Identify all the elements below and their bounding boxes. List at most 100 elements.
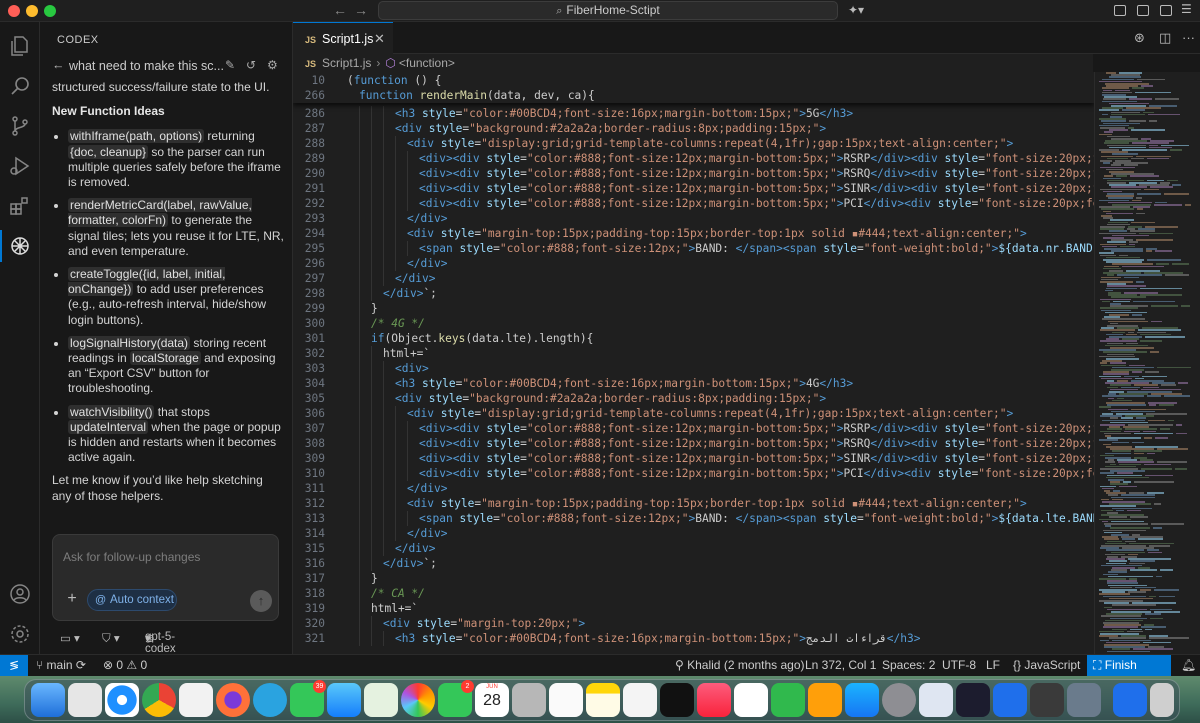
disk-utility-icon[interactable] <box>1067 683 1101 717</box>
code-line[interactable]: 291 <div><div style="color:#888;font-size… <box>293 181 1094 196</box>
problems-indicator[interactable]: ⊗ 0 ⚠ 0 <box>103 658 147 672</box>
search-icon[interactable] <box>8 74 32 98</box>
trash-icon[interactable] <box>1150 683 1174 717</box>
minimize-window-button[interactable] <box>26 5 38 17</box>
numbers-icon[interactable] <box>771 683 805 717</box>
auto-context-chip[interactable]: @ Auto context <box>87 589 177 611</box>
code-line[interactable]: 288 <div style="display:grid;grid-templat… <box>293 136 1094 151</box>
code-line[interactable]: 312 <div style="margin-top:15px;padding-t… <box>293 496 1094 511</box>
breadcrumb-symbol[interactable]: <function> <box>399 56 455 70</box>
account-icon[interactable] <box>8 582 32 606</box>
firefox-icon[interactable] <box>216 683 250 717</box>
code-line[interactable]: 321 <h3 style="color:#00BCD4;font-size:16… <box>293 631 1094 646</box>
indentation[interactable]: Spaces: 2 <box>882 658 935 672</box>
local-mode-icon[interactable]: ▭ ▾ <box>60 631 80 645</box>
breadcrumb-file[interactable]: Script1.js <box>322 56 371 70</box>
code-line[interactable]: 298 </div>`; <box>293 286 1094 301</box>
code-line[interactable]: 319 html+=` <box>293 601 1094 616</box>
code-line[interactable]: 305 <div style="background:#2a2a2a;border… <box>293 391 1094 406</box>
code-line[interactable]: 287 <div style="background:#2a2a2a;border… <box>293 121 1094 136</box>
code-line[interactable]: 290 <div><div style="color:#888;font-size… <box>293 166 1094 181</box>
sticky-scroll[interactable]: 10 (function () {266 function renderMain(d… <box>293 72 1094 103</box>
notifications-icon[interactable]: 🔔︎ <box>1181 658 1196 672</box>
settings-icon[interactable] <box>8 622 32 646</box>
composer[interactable]: Ask for follow-up changes + @ Auto contex… <box>52 534 279 621</box>
system-settings-icon[interactable] <box>882 683 916 717</box>
tab-script1[interactable]: JS Script1.js ✕ <box>293 22 393 54</box>
code-line[interactable]: 302 html+=` <box>293 346 1094 361</box>
code-line[interactable]: 316 </div>`; <box>293 556 1094 571</box>
preview-icon[interactable] <box>179 683 213 717</box>
model-selector[interactable]: ⊛ gpt-5-codex ▾ <box>145 631 176 655</box>
toggle-secondary-sidebar-icon[interactable] <box>1160 5 1172 16</box>
branch-indicator[interactable]: ⑂ main ⟳ <box>36 658 86 672</box>
close-window-button[interactable] <box>8 5 20 17</box>
language-mode[interactable]: {} JavaScript <box>1013 658 1080 672</box>
code-line[interactable]: 299} <box>293 301 1094 316</box>
command-center[interactable]: ⌕ FiberHome-Sctipt <box>378 1 838 20</box>
code-line[interactable]: 286 <h3 style="color:#00BCD4;font-size:16… <box>293 106 1094 121</box>
add-attachment-icon[interactable]: + <box>63 590 81 608</box>
line-endings[interactable]: LF <box>986 658 1000 672</box>
code-line[interactable]: 300 /* 4G */ <box>293 316 1094 331</box>
run-debug-icon[interactable] <box>8 154 32 178</box>
back-arrow-icon[interactable]: ← <box>333 2 347 18</box>
contacts-icon[interactable] <box>512 683 546 717</box>
news-icon[interactable] <box>734 683 768 717</box>
customize-layout-icon[interactable]: ☰ <box>1181 2 1192 18</box>
code-line[interactable]: 320 <div style="margin-top:20px;"> <box>293 616 1094 631</box>
freeform-icon[interactable] <box>623 683 657 717</box>
chatgpt-icon[interactable]: ⊛ <box>1134 30 1145 46</box>
launchpad-icon[interactable] <box>68 683 102 717</box>
reminders-icon[interactable] <box>549 683 583 717</box>
cursor-position[interactable]: Ln 372, Col 1 <box>805 658 876 672</box>
apple-tv-icon[interactable] <box>660 683 694 717</box>
photos-icon[interactable] <box>401 683 435 717</box>
code-line[interactable]: 318 /* CA */ <box>293 586 1094 601</box>
explorer-icon[interactable] <box>8 34 32 58</box>
app-store-icon[interactable] <box>845 683 879 717</box>
code-line[interactable]: 303 <div> <box>293 361 1094 376</box>
vscode-icon[interactable] <box>993 683 1027 717</box>
telegram-icon[interactable] <box>253 683 287 717</box>
toggle-panel-icon[interactable] <box>1137 5 1149 16</box>
code-line[interactable]: 317} <box>293 571 1094 586</box>
extensions-icon[interactable] <box>8 194 32 218</box>
code-line[interactable]: 297 </div> <box>293 271 1094 286</box>
minimap[interactable] <box>1094 72 1200 654</box>
zoom-window-button[interactable] <box>44 5 56 17</box>
code-line[interactable]: 301 if(Object.keys(data.lte).length){ <box>293 331 1094 346</box>
facetime-icon[interactable]: 2 <box>438 680 474 717</box>
finish-setup-button[interactable]: ⛶ Finish Setup <box>1087 655 1171 693</box>
code-line[interactable]: 307 <div><div style="color:#888;font-size… <box>293 421 1094 436</box>
safari-icon[interactable] <box>105 683 139 717</box>
gear-icon[interactable]: ⚙ <box>267 58 278 72</box>
code-line[interactable]: 304 <h3 style="color:#00BCD4;font-size:16… <box>293 376 1094 391</box>
code-line[interactable]: 266 function renderMain(data, dev, ca){ <box>293 88 1094 103</box>
split-editor-icon[interactable]: ◫ <box>1159 30 1171 46</box>
back-arrow-icon[interactable]: ← <box>52 58 65 72</box>
code-line[interactable]: 309 <div><div style="color:#888;font-size… <box>293 451 1094 466</box>
code-line[interactable]: 296 </div> <box>293 256 1094 271</box>
messages-icon[interactable]: 39 <box>290 680 326 717</box>
utility-app-icon[interactable] <box>919 683 953 717</box>
close-icon[interactable]: ✕ <box>374 23 385 55</box>
code-line[interactable]: 310 <div><div style="color:#888;font-size… <box>293 466 1094 481</box>
composer-input[interactable]: Ask for follow-up changes <box>63 550 200 564</box>
code-line[interactable]: 306 <div style="display:grid;grid-templat… <box>293 406 1094 421</box>
remote-indicator-icon[interactable]: ≶ <box>0 655 28 676</box>
approval-mode-icon[interactable]: ⛉ ▾ <box>102 631 120 646</box>
forward-arrow-icon[interactable]: → <box>354 2 368 18</box>
code-line[interactable]: 293 </div> <box>293 211 1094 226</box>
finder-icon[interactable] <box>31 683 65 717</box>
toggle-primary-sidebar-icon[interactable] <box>1114 5 1126 16</box>
source-control-icon[interactable] <box>8 114 32 138</box>
code-line[interactable]: 314 </div> <box>293 526 1094 541</box>
codex-icon[interactable] <box>0 230 32 262</box>
calendar-icon[interactable]: JUN 28 <box>475 683 509 717</box>
vscode-window-icon[interactable] <box>1113 683 1147 717</box>
pages-icon[interactable] <box>808 683 842 717</box>
notes-icon[interactable] <box>586 683 620 717</box>
mail-icon[interactable] <box>327 683 361 717</box>
new-chat-icon[interactable]: ✎ <box>225 58 235 72</box>
